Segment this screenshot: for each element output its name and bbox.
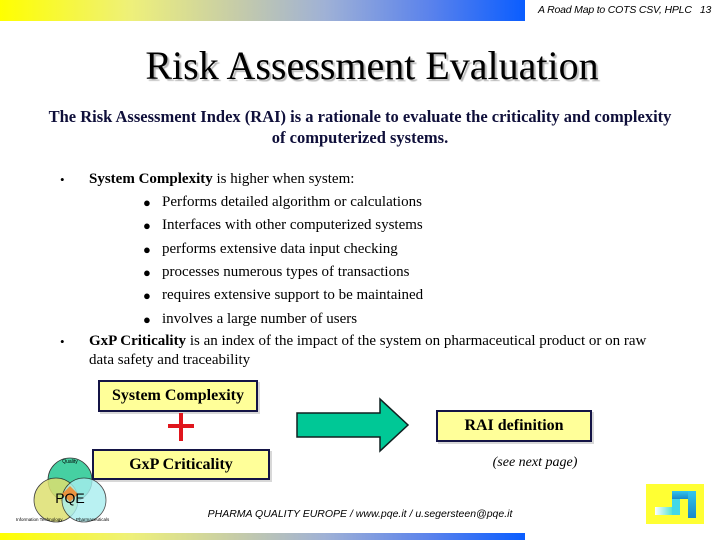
bullet-term: System Complexity [89, 171, 213, 187]
logo-label-pharma: Pharmaceuticals [76, 517, 110, 522]
logo-label-quality: Quality [62, 459, 78, 465]
page-number: 13 [699, 4, 712, 16]
plus-vertical-stroke [179, 413, 183, 441]
sub-bullet-marker: ● [143, 288, 151, 303]
sub-bullet-marker: ● [143, 195, 151, 210]
pqe-logo: Quality PQE Information Technology Pharm… [16, 457, 110, 523]
bullet-marker: • [60, 172, 65, 187]
see-next-page-note: (see next page) [492, 455, 578, 470]
sub-bullet-marker: ● [143, 265, 151, 280]
sub-bullet-marker: ● [143, 242, 151, 257]
intro-paragraph: The Risk Assessment Index (RAI) is a rat… [48, 107, 672, 147]
sub-bullet-item: processes numerous types of transactions [162, 264, 410, 280]
right-arrow-icon [296, 397, 410, 453]
sub-bullet-item: involves a large number of users [162, 311, 358, 327]
corner-logo-bar-right [688, 491, 696, 518]
bullet-system-complexity: System Complexity is higher when system: [89, 168, 354, 191]
sub-bullet-item: requires extensive support to be maintai… [162, 287, 424, 303]
header-gradient-bar [0, 0, 525, 21]
sub-bullet-marker: ● [143, 312, 151, 327]
footer-gradient-bar [0, 533, 525, 540]
system-complexity-box: System Complexity [98, 380, 258, 412]
running-header: A Road Map to COTS CSV, HPLC 13 [538, 4, 718, 18]
footer-text: PHARMA QUALITY EUROPE / www.pqe.it / u.s… [207, 508, 513, 520]
sub-bullet-item: performs extensive data input checking [162, 241, 398, 257]
sub-bullet-item: Interfaces with other computerized syste… [162, 217, 423, 233]
corner-logo-bar-low [655, 507, 674, 515]
running-title: A Road Map to COTS CSV, HPLC [538, 4, 692, 16]
sub-bullet-item: Performs detailed algorithm or calculati… [162, 194, 422, 210]
sub-bullet-marker: ● [143, 218, 151, 233]
logo-brand: PQE [55, 490, 85, 506]
bullet-text: is higher when system: [212, 171, 355, 187]
bullet-term: GxP Criticality [89, 333, 187, 349]
logo-label-it: Information Technology [16, 517, 63, 522]
bullet-marker: • [60, 334, 65, 349]
slide-title: Risk Assessment Evaluation [145, 43, 599, 88]
bullet-gxp-criticality: GxP Criticality is an index of the impac… [89, 332, 669, 370]
plus-icon [168, 413, 194, 441]
corner-logo-icon [646, 484, 704, 524]
arrow-shape [296, 397, 410, 453]
rai-definition-box: RAI definition [436, 410, 592, 442]
